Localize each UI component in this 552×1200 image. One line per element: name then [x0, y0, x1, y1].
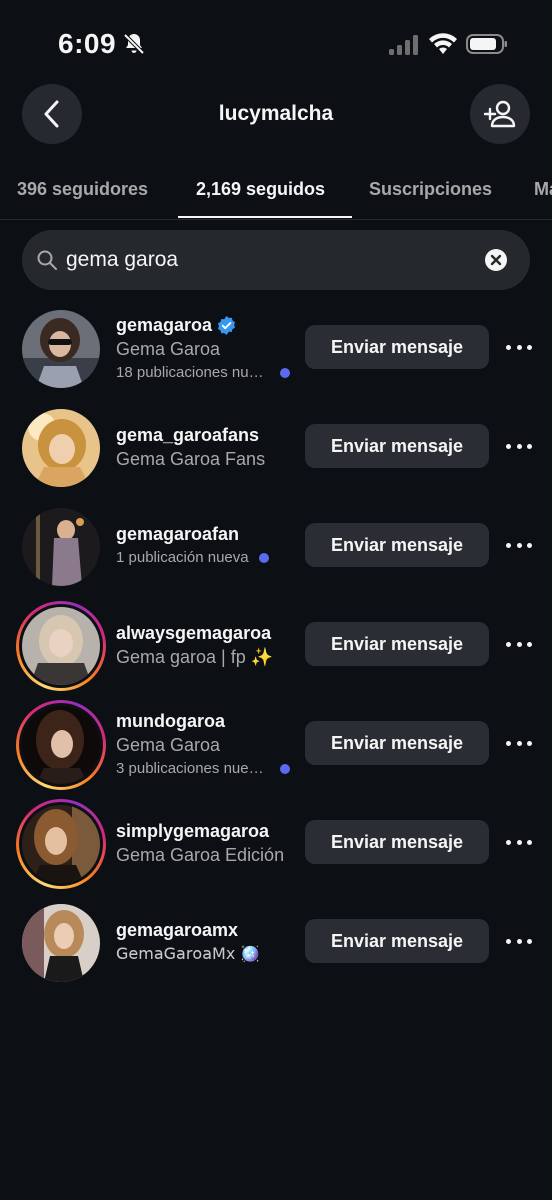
status-time: 6:09 [58, 28, 117, 59]
more-options-icon[interactable] [506, 436, 532, 456]
full-name: Gema Garoa Fans [116, 449, 266, 469]
new-posts-text: 18 publicaciones nuevas [116, 364, 270, 381]
result-info: mundogaroa Gema Garoa 3 publicaciones nu… [116, 710, 296, 777]
wifi-icon [429, 33, 457, 54]
clear-search-icon[interactable] [484, 248, 508, 272]
list-item[interactable]: gemagaroamx 𝖦𝖾𝗆𝖺𝖦𝖺𝗋𝗈𝖺𝖬𝗑 🪩 Enviar mensaje [0, 894, 552, 993]
more-options-icon[interactable] [506, 733, 532, 753]
username: gemagaroa [116, 314, 296, 336]
username: gema_garoafans [116, 424, 260, 445]
list-item[interactable]: mundogaroa Gema Garoa 3 publicaciones nu… [0, 696, 552, 795]
tab-bar: 396 seguidores 2,169 seguidos Suscripcio… [0, 168, 552, 220]
bell-muted-icon [123, 33, 145, 55]
full-name: Gema garoa | fp ✨ [116, 647, 274, 667]
send-message-button[interactable]: Enviar mensaje [305, 820, 489, 864]
search-bar [22, 230, 530, 290]
send-message-button[interactable]: Enviar mensaje [305, 325, 489, 369]
search-input[interactable] [66, 242, 466, 278]
new-posts-text: 3 publicaciones nuevas [116, 760, 270, 777]
add-user-button[interactable] [470, 84, 530, 144]
search-icon [37, 250, 57, 270]
more-options-icon[interactable] [506, 337, 532, 357]
story-ring[interactable] [16, 799, 106, 889]
status-bar: 6:09 [0, 0, 552, 88]
send-message-button[interactable]: Enviar mensaje [305, 424, 489, 468]
list-item[interactable]: alwaysgemagaroa Gema garoa | fp ✨ Enviar… [0, 597, 552, 696]
full-name: Gema Garoa [116, 735, 221, 755]
result-info: gemagaroamx 𝖦𝖾𝗆𝖺𝖦𝖺𝗋𝗈𝖺𝖬𝗑 🪩 [116, 919, 296, 964]
battery-icon [466, 34, 507, 54]
avatar[interactable] [22, 310, 100, 388]
username: mundogaroa [116, 710, 226, 731]
avatar[interactable] [22, 607, 100, 685]
list-item[interactable]: gemagaroafan 1 publicación nueva Enviar … [0, 498, 552, 597]
unread-dot [258, 552, 269, 563]
add-person-icon [483, 100, 516, 128]
new-posts-status: 1 publicación nueva [116, 549, 296, 566]
username: simplygemagaroa [116, 820, 270, 841]
send-message-button[interactable]: Enviar mensaje [305, 919, 489, 963]
list-item[interactable]: gemagaroa Gema Garoa 18 publicaciones nu… [0, 300, 552, 399]
username: gemagaroafan [116, 523, 240, 544]
tab-more[interactable]: Ma [534, 179, 552, 200]
result-info: alwaysgemagaroa Gema garoa | fp ✨ [116, 622, 296, 668]
more-options-icon[interactable] [506, 634, 532, 654]
story-ring[interactable] [16, 700, 106, 790]
story-ring[interactable] [16, 601, 106, 691]
more-options-icon[interactable] [506, 832, 532, 852]
new-posts-status: 18 publicaciones nuevas [116, 364, 296, 381]
result-info: gema_garoafans Gema Garoa Fans [116, 424, 296, 470]
avatar[interactable] [22, 706, 100, 784]
avatar[interactable] [22, 805, 100, 883]
avatar[interactable] [22, 904, 100, 982]
tab-subscriptions[interactable]: Suscripciones [369, 179, 492, 200]
send-message-button[interactable]: Enviar mensaje [305, 622, 489, 666]
more-options-icon[interactable] [506, 535, 532, 555]
result-info: gemagaroa Gema Garoa 18 publicaciones nu… [116, 314, 296, 381]
result-info: gemagaroafan 1 publicación nueva [116, 523, 296, 566]
full-name: 𝖦𝖾𝗆𝖺𝖦𝖺𝗋𝗈𝖺𝖬𝗑 🪩 [116, 944, 261, 963]
username: alwaysgemagaroa [116, 622, 272, 643]
avatar[interactable] [22, 508, 100, 586]
verified-badge-icon [217, 315, 236, 335]
username: gemagaroamx [116, 919, 239, 940]
cellular-signal-icon [389, 35, 418, 55]
unread-dot [280, 763, 290, 774]
tab-following[interactable]: 2,169 seguidos [196, 179, 325, 200]
send-message-button[interactable]: Enviar mensaje [305, 523, 489, 567]
tab-followers[interactable]: 396 seguidores [17, 179, 148, 200]
new-posts-text: 1 publicación nueva [116, 549, 249, 566]
username-text: gemagaroa [116, 314, 213, 335]
unread-dot [280, 367, 290, 378]
list-item[interactable]: gema_garoafans Gema Garoa Fans Enviar me… [0, 399, 552, 498]
full-name: Gema Garoa Edición [116, 845, 285, 865]
more-options-icon[interactable] [506, 931, 532, 951]
send-message-button[interactable]: Enviar mensaje [305, 721, 489, 765]
avatar[interactable] [22, 409, 100, 487]
full-name: Gema Garoa [116, 339, 221, 359]
following-search-screen: 6:09 lucymalcha 396 seguidores 2,169 seg… [0, 0, 552, 1200]
header: lucymalcha [0, 84, 552, 148]
new-posts-status: 3 publicaciones nuevas [116, 760, 296, 777]
result-info: simplygemagaroa Gema Garoa Edición [116, 820, 296, 866]
active-tab-indicator [178, 216, 352, 218]
list-item[interactable]: simplygemagaroa Gema Garoa Edición Envia… [0, 795, 552, 894]
